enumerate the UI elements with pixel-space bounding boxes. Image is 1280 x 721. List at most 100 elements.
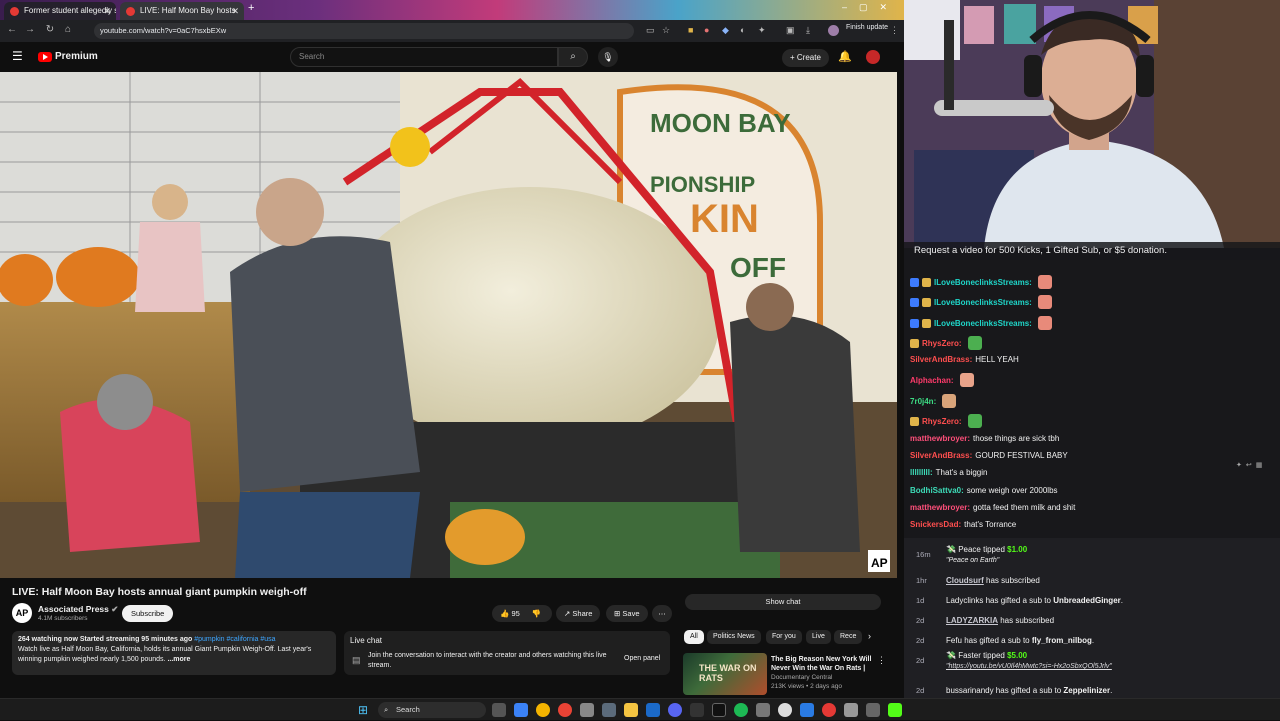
- forward-icon[interactable]: →: [24, 24, 36, 35]
- steam-icon[interactable]: [646, 703, 660, 717]
- notifications-bell-icon[interactable]: 🔔: [838, 50, 852, 63]
- save-button[interactable]: ⊞ Save: [606, 605, 648, 622]
- address-bar[interactable]: youtube.com/watch?v=0aC7hsxbEXw: [94, 23, 634, 39]
- edge-icon[interactable]: [514, 703, 528, 717]
- browser-tab[interactable]: Former student allegedly stab ✕: [4, 2, 116, 20]
- taskbar-search[interactable]: ⌕ Search: [378, 702, 486, 718]
- app-icon[interactable]: [778, 703, 792, 717]
- chat-username[interactable]: SnickersDad:: [910, 520, 961, 529]
- back-icon[interactable]: ←: [6, 24, 18, 35]
- event-highlight[interactable]: LADYZARKIA: [946, 616, 998, 625]
- recommended-menu-icon[interactable]: ⋮: [877, 655, 886, 666]
- new-tab-icon[interactable]: +: [248, 2, 254, 14]
- chevron-right-icon[interactable]: ›: [868, 631, 871, 641]
- chat-username[interactable]: matthewbroyer:: [910, 503, 970, 512]
- app-icon[interactable]: [800, 703, 814, 717]
- extension-icon[interactable]: ◆: [722, 25, 729, 36]
- chat-username[interactable]: BodhiSattva0:: [910, 486, 964, 495]
- event-highlight[interactable]: $5.00: [1007, 651, 1027, 660]
- chat-username[interactable]: ILoveBoneclinksStreams:: [934, 298, 1032, 307]
- close-tab-icon[interactable]: ✕: [231, 2, 239, 20]
- create-button[interactable]: + Create: [782, 49, 829, 67]
- share-button[interactable]: ↗ Share: [556, 605, 601, 622]
- description-tags[interactable]: #pumpkin #california #usa: [194, 636, 275, 643]
- extension-icon[interactable]: ●: [704, 25, 709, 35]
- account-avatar[interactable]: [866, 50, 880, 64]
- event-message[interactable]: "https://youtu.be/vU0Il4hMwtc?si=-Hx2oSb…: [946, 662, 1112, 672]
- app-icon[interactable]: [844, 703, 858, 717]
- thumbs-down-icon[interactable]: 👎: [532, 609, 541, 618]
- file-explorer-icon[interactable]: [624, 703, 638, 717]
- chip-for-you[interactable]: For you: [766, 630, 802, 644]
- app-icon[interactable]: [822, 703, 836, 717]
- chip-all[interactable]: All: [684, 630, 704, 644]
- task-view-icon[interactable]: [492, 703, 506, 717]
- browser-tab-active[interactable]: LIVE: Half Moon Bay hosts ✕: [120, 2, 244, 20]
- recommended-title[interactable]: The Big Reason New York Will Never Win t…: [771, 655, 883, 673]
- more-link[interactable]: ...more: [167, 656, 190, 663]
- chat-username[interactable]: RhysZero:: [922, 339, 962, 348]
- channel-name[interactable]: Associated Press ✔: [38, 604, 118, 615]
- app-icon[interactable]: [866, 703, 880, 717]
- event-highlight[interactable]: Zeppelinizer: [1063, 686, 1110, 695]
- extension-icon[interactable]: ■: [688, 25, 693, 35]
- reload-icon[interactable]: ↻: [44, 24, 56, 35]
- chat-message-actions[interactable]: ✦↩▦: [1236, 461, 1276, 471]
- extension-icon[interactable]: ◐: [740, 25, 745, 35]
- app-icon[interactable]: [580, 703, 594, 717]
- chat-username[interactable]: Alphachan:: [910, 376, 954, 385]
- chrome-profile-icon[interactable]: [558, 703, 572, 717]
- chip-politics-news[interactable]: Politics News: [707, 630, 761, 644]
- event-highlight[interactable]: $1.00: [1007, 545, 1027, 554]
- kick-icon[interactable]: [888, 703, 902, 717]
- event-highlight[interactable]: Cloudsurf: [946, 576, 984, 585]
- like-dislike-button[interactable]: 👍 95 👎: [492, 605, 552, 622]
- terminal-icon[interactable]: [602, 703, 616, 717]
- chip-recent[interactable]: Rece: [834, 630, 863, 644]
- app-icon[interactable]: [756, 703, 770, 717]
- open-panel-button[interactable]: Open panel: [624, 655, 660, 662]
- hamburger-menu-icon[interactable]: ☰: [12, 49, 23, 63]
- chat-username[interactable]: matthewbroyer:: [910, 434, 970, 443]
- cast-icon[interactable]: ▭: [646, 25, 655, 36]
- subscribe-button[interactable]: Subscribe: [122, 605, 174, 622]
- recommended-video[interactable]: THE WAR ON RATS The Big Reason New York …: [683, 653, 893, 695]
- thumbs-up-icon[interactable]: 👍: [500, 609, 509, 618]
- home-icon[interactable]: ⌂: [62, 24, 74, 35]
- chat-username[interactable]: RhysZero:: [922, 417, 962, 426]
- window-controls[interactable]: –▢✕: [842, 2, 899, 13]
- chat-username[interactable]: ILoveBoneclinksStreams:: [934, 278, 1032, 287]
- close-tab-icon[interactable]: ✕: [103, 2, 111, 20]
- download-icon[interactable]: ⤓: [806, 25, 810, 36]
- chat-username[interactable]: ILoveBoneclinksStreams:: [934, 319, 1032, 328]
- extensions-puzzle-icon[interactable]: ✦: [758, 25, 766, 36]
- tiktok-icon[interactable]: [712, 703, 726, 717]
- chrome-icon[interactable]: [536, 703, 550, 717]
- finish-update-button[interactable]: Finish update: [846, 24, 888, 31]
- channel-avatar[interactable]: AP: [12, 603, 32, 623]
- profile-avatar[interactable]: [828, 25, 839, 36]
- chat-username[interactable]: 7r0j4n:: [910, 397, 936, 406]
- discord-icon[interactable]: [668, 703, 682, 717]
- chip-live[interactable]: Live: [806, 630, 831, 644]
- more-actions-icon[interactable]: ⋯: [652, 605, 672, 622]
- search-icon[interactable]: ⌕: [558, 47, 588, 67]
- youtube-logo[interactable]: Premium: [38, 51, 98, 62]
- show-chat-button[interactable]: Show chat: [685, 594, 881, 610]
- windows-start-icon[interactable]: ⊞: [358, 703, 368, 717]
- browser-menu-icon[interactable]: ⋮: [890, 25, 899, 36]
- event-highlight[interactable]: fly_from_nilbog: [1032, 636, 1092, 645]
- spotify-icon[interactable]: [734, 703, 748, 717]
- microphone-icon[interactable]: 🎙: [598, 47, 618, 67]
- video-player[interactable]: MOON BAY PIONSHIP KIN OFF AP: [0, 72, 897, 578]
- chat-username[interactable]: SilverAndBrass:: [910, 451, 972, 460]
- chat-username[interactable]: SilverAndBrass:: [910, 355, 972, 364]
- chat-username[interactable]: lllllllll:: [910, 468, 933, 477]
- video-description[interactable]: 264 watching now Started streaming 95 mi…: [12, 631, 336, 675]
- recommended-thumbnail[interactable]: THE WAR ON RATS: [683, 653, 767, 695]
- search-input[interactable]: Search: [290, 47, 558, 67]
- obs-icon[interactable]: [690, 703, 704, 717]
- event-highlight[interactable]: UnbreadedGinger: [1053, 596, 1121, 605]
- bookmark-star-icon[interactable]: ☆: [662, 25, 670, 36]
- sidepanel-icon[interactable]: ▣: [786, 25, 795, 36]
